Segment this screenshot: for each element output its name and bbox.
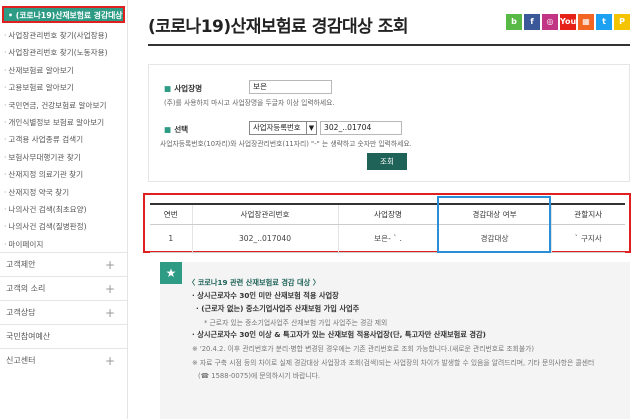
sidebar-group-suggestion[interactable]: 고객제안 + — [0, 252, 127, 276]
notice-line: * 근로자 있는 중소기업사업주 산재보험 가입 사업주는 경감 제외 — [204, 319, 388, 327]
table-cell: ` 구지사 — [551, 224, 625, 253]
results-table: 연번 사업장관리번호 사업장명 경감대상 여부 관할지사 1 302_..017… — [150, 203, 625, 253]
column-header: 연번 — [150, 203, 193, 225]
notice-line: · 상시근로자수 30인 이상 & 특고자가 있는 산재보험 적용사업장(단, … — [192, 330, 486, 339]
page-title: (코로나19)산재보험료 경감대상 조회 — [148, 17, 409, 37]
youtube-icon[interactable]: You — [560, 14, 576, 30]
eligibility-highlight-box — [437, 196, 551, 253]
sidebar: • (코로나19)산재보험료 경감대상 조회 · 사업장관리번호 찾기(사업장용)… — [0, 0, 128, 419]
sidebar-item[interactable]: · 산재보험료 알아보기 — [0, 62, 127, 79]
id-type-select[interactable]: 사업자등록번호 ▼ — [249, 121, 317, 135]
notice-line: · (근로자 없는) 중소기업사업주 산재보험 가입 사업주 — [196, 304, 360, 313]
sidebar-item[interactable]: · 고객용 사업종류 검색기 — [0, 131, 127, 148]
company-name-input[interactable]: 보은 — [249, 80, 332, 94]
notice-line: (☎ 1588-0075)에 문의하시기 바랍니다. — [198, 372, 320, 380]
id-number-hint: 사업자등록번호(10자리)와 사업장관리번호(11자리) "-" 는 생략하고 … — [160, 140, 412, 148]
blog-icon[interactable]: b — [506, 14, 522, 30]
plus-icon: + — [104, 306, 115, 320]
facebook-icon[interactable]: f — [524, 14, 540, 30]
sidebar-item[interactable]: · 나의사건 검색(질병판정) — [0, 218, 127, 235]
sidebar-list: · 사업장관리번호 찾기(사업장용) · 사업장관리번호 찾기(노동자용) · 산재보… — [0, 27, 127, 253]
column-header: 사업장명 — [338, 203, 439, 225]
twitter-icon[interactable]: t — [596, 14, 612, 30]
search-button[interactable]: 조회 — [367, 153, 407, 170]
sidebar-item[interactable]: · 국민연금, 건강보험료 알아보기 — [0, 97, 127, 114]
column-header: 사업장관리번호 — [192, 203, 339, 225]
sidebar-item[interactable]: · 나의사건 검색(최초요양) — [0, 201, 127, 218]
sidebar-item-active[interactable]: • (코로나19)산재보험료 경감대상 조회 — [2, 6, 125, 35]
sidebar-item[interactable]: · 산재지정 의료기관 찾기 — [0, 166, 127, 183]
sidebar-item[interactable]: · 산재지정 약국 찾기 — [0, 184, 127, 201]
sidebar-group-report[interactable]: 신고센터 + — [0, 348, 127, 372]
plus-icon: + — [104, 258, 115, 272]
social-links: b f ◎ You ▦ t P — [506, 14, 630, 30]
sidebar-item[interactable]: · 사업장관리번호 찾기(노동자용) — [0, 44, 127, 61]
notice-title: 〈 코로나19 관련 산재보험료 경감 대상 〉 — [188, 278, 320, 287]
notice-line: · 상시근로자수 30인 미만 산재보험 적용 사업장 — [192, 291, 339, 300]
sidebar-item[interactable]: · 개인식별정보 보험료 알아보기 — [0, 114, 127, 131]
sidebar-group-consult[interactable]: 고객상담 + — [0, 300, 127, 324]
table-cell: 1 — [150, 224, 193, 253]
notice-box: ★ 〈 코로나19 관련 산재보험료 경감 대상 〉 · 상시근로자수 30인 … — [160, 262, 630, 419]
id-number-input[interactable]: 302_..01704 — [320, 121, 402, 135]
select-label: ■ 선택 — [164, 125, 189, 134]
table-row: 1 302_..017040 보은- ` . 경감대상 ` 구지사 — [150, 224, 625, 253]
chevron-down-icon: ▼ — [306, 122, 316, 134]
plus-icon: + — [104, 282, 115, 296]
table-cell: 302_..017040 — [192, 224, 339, 253]
title-divider — [148, 44, 630, 46]
sidebar-item[interactable]: · 마이페이지 — [0, 236, 127, 253]
notice-line: ※ 자료 구축 시점 등의 차이로 실제 경감대상 사업장과 조회(검색)되는 … — [192, 359, 595, 367]
notice-line: ※ '20.4.2. 이후 관리번호가 분리·병합 변경된 경우에는 기존 관리… — [192, 345, 535, 353]
instagram-icon[interactable]: ◎ — [542, 14, 558, 30]
sidebar-item[interactable]: · 고용보험료 알아보기 — [0, 79, 127, 96]
plus-icon: + — [104, 354, 115, 368]
star-icon: ★ — [160, 262, 182, 284]
news-icon[interactable]: ▦ — [578, 14, 594, 30]
sidebar-item[interactable]: · 보험사무대행기관 찾기 — [0, 149, 127, 166]
table-cell: 보은- ` . — [338, 224, 439, 253]
sidebar-group-budget[interactable]: 국민참여예산 — [0, 324, 127, 348]
kakao-icon[interactable]: P — [614, 14, 630, 30]
company-name-label: ■ 사업장명 — [164, 84, 203, 93]
company-name-hint: (주)를 사용하지 마시고 사업장명을 두글자 이상 입력하세요. — [164, 99, 335, 107]
sidebar-group-voice[interactable]: 고객의 소리 + — [0, 276, 127, 300]
column-header: 관할지사 — [551, 203, 625, 225]
sidebar-item[interactable]: · 사업장관리번호 찾기(사업장용) — [0, 27, 127, 44]
